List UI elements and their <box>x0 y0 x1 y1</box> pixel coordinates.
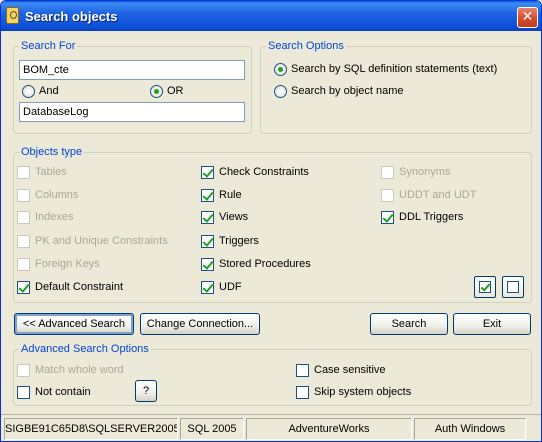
foreign-keys-checkbox-box[interactable] <box>17 258 30 271</box>
rule-checkbox[interactable]: Rule <box>201 189 351 202</box>
match-whole-word-checkbox[interactable]: Match whole word <box>17 364 147 377</box>
not-contain-checkbox[interactable]: Not contain <box>17 386 117 399</box>
indexes-checkbox-box[interactable] <box>17 211 30 224</box>
synonyms-label: Synonyms <box>399 166 451 178</box>
uncheck-all-button[interactable] <box>502 276 524 298</box>
synonyms-checkbox-box[interactable] <box>381 166 394 179</box>
rule-label: Rule <box>219 189 242 201</box>
stored-procedures-label: Stored Procedures <box>219 258 311 270</box>
udf-label: UDF <box>219 281 242 293</box>
checked-box-icon <box>479 281 491 293</box>
status-database: AdventureWorks <box>246 418 412 440</box>
triggers-label: Triggers <box>219 235 259 247</box>
default-constraint-checkbox-box[interactable] <box>17 281 30 294</box>
synonyms-checkbox[interactable]: Synonyms <box>381 166 501 179</box>
and-radio-label: And <box>39 85 59 97</box>
skip-system-objects-checkbox-box[interactable] <box>296 386 309 399</box>
not-contain-label: Not contain <box>35 386 91 398</box>
ddl-triggers-checkbox[interactable]: DDL Triggers <box>381 211 501 224</box>
indexes-checkbox[interactable]: Indexes <box>17 211 167 224</box>
objects-type-legend: Objects type <box>19 146 85 158</box>
columns-label: Columns <box>35 189 79 201</box>
check-constraints-checkbox[interactable]: Check Constraints <box>201 166 351 179</box>
title-bar[interactable]: Search objects ✕ <box>1 1 541 31</box>
case-sensitive-checkbox[interactable]: Case sensitive <box>296 364 416 377</box>
check-constraints-label: Check Constraints <box>219 166 309 178</box>
search-by-sql-radio[interactable]: Search by SQL definition statements (tex… <box>274 63 524 77</box>
case-sensitive-label: Case sensitive <box>314 364 386 376</box>
tables-label: Tables <box>35 166 67 178</box>
columns-checkbox[interactable]: Columns <box>17 189 167 202</box>
advanced-search-button[interactable]: << Advanced Search <box>14 313 134 335</box>
or-radio[interactable]: OR <box>150 85 200 99</box>
close-button[interactable]: ✕ <box>517 7 538 28</box>
case-sensitive-checkbox-box[interactable] <box>296 364 309 377</box>
or-radio-button[interactable] <box>150 85 163 98</box>
empty-box-icon <box>507 281 519 293</box>
default-constraint-checkbox[interactable]: Default Constraint <box>17 281 167 294</box>
or-radio-label: OR <box>167 85 184 97</box>
not-contain-checkbox-box[interactable] <box>17 386 30 399</box>
skip-system-objects-label: Skip system objects <box>314 386 412 398</box>
search-text-input-2[interactable]: DatabaseLog <box>19 102 245 122</box>
uddt-udt-label: UDDT and UDT <box>399 189 477 201</box>
search-by-name-radio[interactable]: Search by object name <box>274 85 474 99</box>
views-checkbox[interactable]: Views <box>201 211 351 224</box>
advanced-search-options-legend: Advanced Search Options <box>19 343 151 355</box>
search-by-name-label: Search by object name <box>291 85 404 97</box>
status-version: SQL 2005 <box>180 418 244 440</box>
search-options-legend: Search Options <box>266 40 346 52</box>
tables-checkbox[interactable]: Tables <box>17 166 167 179</box>
check-all-button[interactable] <box>474 276 496 298</box>
views-label: Views <box>219 211 249 223</box>
indexes-label: Indexes <box>35 211 74 223</box>
search-for-legend: Search For <box>19 40 78 52</box>
match-whole-word-label: Match whole word <box>35 364 124 376</box>
help-button[interactable]: ? <box>135 380 157 402</box>
pk-unique-constraints-checkbox-box[interactable] <box>17 235 30 248</box>
status-auth: Auth Windows <box>414 418 526 440</box>
columns-checkbox-box[interactable] <box>17 189 30 202</box>
udf-checkbox[interactable]: UDF <box>201 281 351 294</box>
window-title: Search objects <box>25 9 118 24</box>
rule-checkbox-box[interactable] <box>201 189 214 202</box>
and-radio-button[interactable] <box>22 85 35 98</box>
and-radio[interactable]: And <box>22 85 82 99</box>
search-text-input-1[interactable]: BOM_cte <box>19 60 245 80</box>
exit-button[interactable]: Exit <box>453 313 531 335</box>
tables-checkbox-box[interactable] <box>17 166 30 179</box>
foreign-keys-checkbox[interactable]: Foreign Keys <box>17 258 167 271</box>
default-constraint-label: Default Constraint <box>35 281 124 293</box>
search-button[interactable]: Search <box>370 313 448 335</box>
udf-checkbox-box[interactable] <box>201 281 214 294</box>
triggers-checkbox-box[interactable] <box>201 235 214 248</box>
triggers-checkbox[interactable]: Triggers <box>201 235 351 248</box>
search-by-sql-radio-button[interactable] <box>274 63 287 76</box>
app-icon <box>6 7 19 24</box>
status-server: SIGBE91C65D8\SQLSERVER2005 <box>4 418 178 440</box>
skip-system-objects-checkbox[interactable]: Skip system objects <box>296 386 436 399</box>
match-whole-word-checkbox-box[interactable] <box>17 364 30 377</box>
uddt-udt-checkbox[interactable]: UDDT and UDT <box>381 189 501 202</box>
search-by-name-radio-button[interactable] <box>274 85 287 98</box>
stored-procedures-checkbox[interactable]: Stored Procedures <box>201 258 351 271</box>
ddl-triggers-checkbox-box[interactable] <box>381 211 394 224</box>
uddt-udt-checkbox-box[interactable] <box>381 189 394 202</box>
search-by-sql-label: Search by SQL definition statements (tex… <box>291 63 498 75</box>
check-constraints-checkbox-box[interactable] <box>201 166 214 179</box>
status-bar: SIGBE91C65D8\SQLSERVER2005 SQL 2005 Adve… <box>1 414 541 441</box>
pk-unique-constraints-label: PK and Unique Constraints <box>35 235 168 247</box>
ddl-triggers-label: DDL Triggers <box>399 211 464 223</box>
pk-unique-constraints-checkbox[interactable]: PK and Unique Constraints <box>17 235 187 248</box>
stored-procedures-checkbox-box[interactable] <box>201 258 214 271</box>
search-objects-window: Search objects ✕ Search For BOM_cte And … <box>0 0 542 442</box>
change-connection-button[interactable]: Change Connection... <box>140 313 260 335</box>
foreign-keys-label: Foreign Keys <box>35 258 100 270</box>
views-checkbox-box[interactable] <box>201 211 214 224</box>
